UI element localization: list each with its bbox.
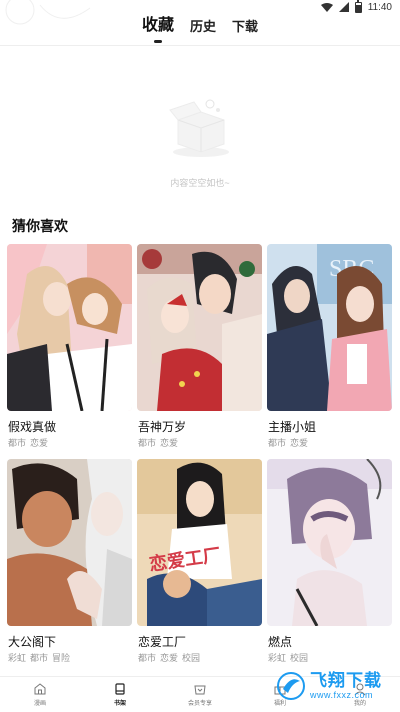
comic-title: 吾神万岁: [138, 420, 187, 434]
comic-card[interactable]: 大公阁下 彩虹 都市 冒险: [7, 459, 132, 674]
nav-item-comics[interactable]: 漫画: [0, 677, 80, 712]
watermark-logo-icon: [277, 672, 305, 700]
comic-tag: 都市: [8, 438, 27, 448]
bookshelf-icon: [115, 683, 125, 695]
comic-grid: 假戏真做 都市 恋爱 吾神万岁 都市 恋爱 主播小姐 都市 恋爱 大公阁下 彩虹…: [7, 244, 393, 674]
top-tabs: 收藏 历史 下载: [0, 0, 400, 46]
empty-box-icon: [169, 99, 229, 157]
comic-tag: 都市: [138, 438, 157, 448]
comic-cover[interactable]: SRC: [267, 244, 392, 411]
nav-label: 漫画: [33, 701, 46, 707]
comic-tags: 都市 恋爱: [138, 436, 178, 449]
watermark: 飞翔下载 www.fxxz.com: [276, 668, 394, 704]
comic-cover[interactable]: [137, 244, 262, 411]
comic-tag: 恋爱: [30, 438, 49, 448]
comic-tags: 都市 恋爱 校园: [138, 651, 200, 664]
comic-cover[interactable]: [7, 244, 132, 411]
nav-item-vip[interactable]: 会员专享: [160, 677, 240, 712]
comic-tag: 都市: [30, 653, 49, 663]
watermark-text-en: www.fxxz.com: [310, 690, 374, 700]
comic-tag: 都市: [268, 438, 287, 448]
nav-item-bookshelf[interactable]: 书架: [80, 677, 160, 712]
home-icon: [34, 683, 46, 695]
nav-label: 会员专享: [187, 701, 212, 707]
comic-tags: 都市 恋爱: [268, 436, 308, 449]
comic-card[interactable]: 吾神万岁 都市 恋爱: [137, 244, 262, 459]
tab-favorites[interactable]: 收藏: [142, 11, 174, 35]
tab-downloads[interactable]: 下载: [232, 16, 258, 35]
comic-cover[interactable]: [267, 459, 392, 626]
comic-cover[interactable]: [7, 459, 132, 626]
comic-tags: 都市 恋爱: [8, 436, 48, 449]
comic-tags: 彩虹 校园: [268, 651, 308, 664]
comic-tag: 冒险: [52, 653, 71, 663]
comic-tag: 恋爱: [290, 438, 309, 448]
empty-state-text: 内容空空如也~: [170, 178, 230, 188]
comic-card[interactable]: 燃点 彩虹 校园: [267, 459, 392, 674]
comic-tag: 彩虹: [8, 653, 27, 663]
comic-card[interactable]: 假戏真做 都市 恋爱: [7, 244, 132, 459]
vip-icon: [194, 685, 206, 695]
comic-tag: 恋爱: [160, 438, 179, 448]
section-title-recommend: 猜你喜欢: [12, 218, 68, 234]
comic-tag: 彩虹: [268, 653, 287, 663]
tab-history[interactable]: 历史: [190, 16, 216, 35]
comic-tag: 都市: [138, 653, 157, 663]
comic-card[interactable]: SRC 主播小姐 都市 恋爱: [267, 244, 392, 459]
comic-title: 假戏真做: [8, 420, 57, 434]
comic-tag: 校园: [182, 653, 201, 663]
comic-tag: 校园: [290, 653, 309, 663]
comic-tag: 恋爱: [160, 653, 179, 663]
watermark-text-cn: 飞翔下载: [310, 671, 382, 690]
comic-tags: 彩虹 都市 冒险: [8, 651, 70, 664]
comic-card[interactable]: 恋爱工厂 恋爱工厂 都市 恋爱 校园: [137, 459, 262, 674]
comic-cover[interactable]: 恋爱工厂: [137, 459, 262, 626]
comic-title: 恋爱工厂: [138, 635, 187, 649]
nav-label: 书架: [113, 701, 126, 707]
comic-title: 燃点: [268, 635, 293, 649]
header-decoration: [5, 0, 91, 25]
comic-title: 大公阁下: [8, 635, 57, 649]
comic-title: 主播小姐: [268, 420, 317, 434]
